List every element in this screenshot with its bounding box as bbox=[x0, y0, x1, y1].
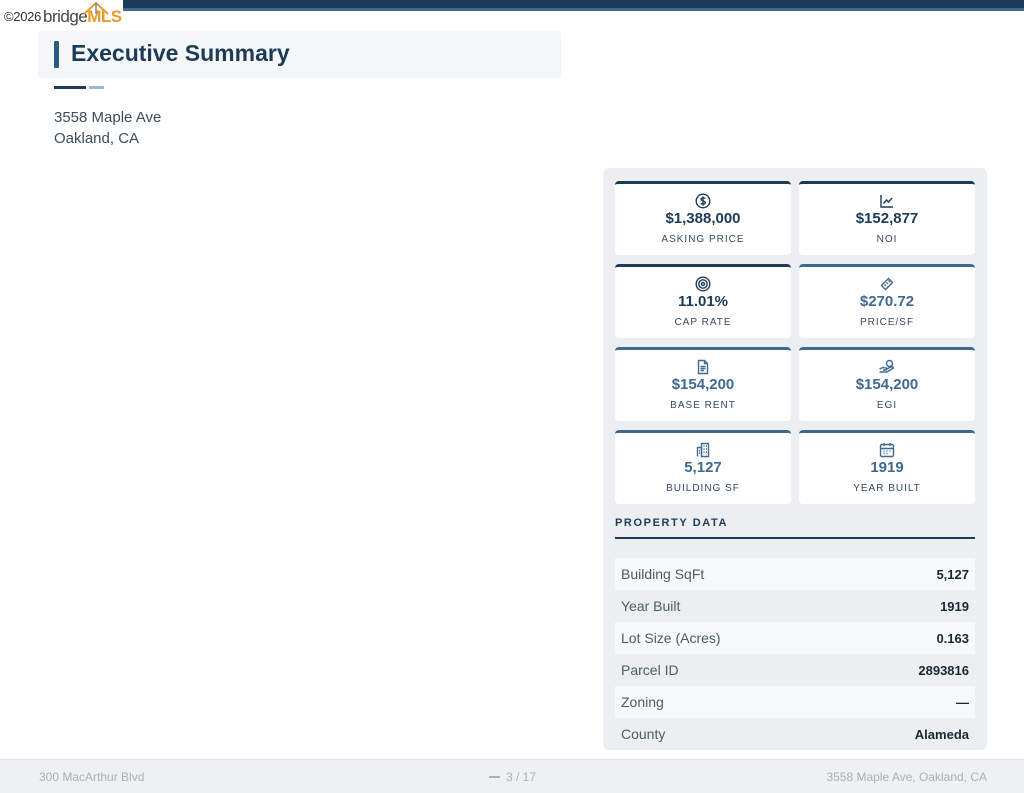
roof-logo-icon bbox=[83, 1, 109, 15]
top-bar-accent bbox=[122, 8, 1024, 11]
property-key: Year Built bbox=[621, 598, 681, 614]
header-accent-bar bbox=[54, 41, 59, 68]
property-value: 1919 bbox=[940, 598, 969, 614]
metric-value: $152,877 bbox=[855, 210, 919, 227]
metric-label: CAP RATE bbox=[674, 317, 732, 328]
property-value: 2893816 bbox=[918, 662, 969, 678]
metric-card-cap-rate: 11.01% CAP RATE bbox=[615, 264, 791, 338]
metric-card-building-sf: 5,127 BUILDING SF bbox=[615, 430, 791, 504]
document-icon bbox=[697, 359, 709, 375]
metric-card-price-sf: $270.72 PRICE/SF bbox=[799, 264, 975, 338]
property-value: 5,127 bbox=[936, 566, 969, 582]
mls-watermark: ©2026 bridge MLS bbox=[0, 0, 123, 33]
watermark-brand-a: bridge bbox=[43, 6, 88, 26]
property-row: Building SqFt 5,127 bbox=[615, 558, 975, 590]
metric-card-base-rent: $154,200 BASE RENT bbox=[615, 347, 791, 421]
metric-value: $154,200 bbox=[671, 376, 735, 393]
property-data-rule bbox=[615, 537, 975, 539]
property-row: Year Built 1919 bbox=[615, 590, 975, 622]
metric-card-asking-price: $1,388,000 ASKING PRICE bbox=[615, 181, 791, 255]
property-key: County bbox=[621, 726, 666, 742]
watermark-copyright: ©2026 bbox=[4, 9, 41, 24]
property-row: Parcel ID 2893816 bbox=[615, 654, 975, 686]
metric-card-year-built: 1919 YEAR BUILT bbox=[799, 430, 975, 504]
metric-label: EGI bbox=[876, 400, 898, 411]
metric-value: $154,200 bbox=[855, 376, 919, 393]
metric-label: YEAR BUILT bbox=[853, 483, 921, 494]
property-row: County Alameda bbox=[615, 718, 975, 750]
property-row: Zoning — bbox=[615, 686, 975, 718]
metric-label: NOI bbox=[876, 234, 898, 245]
property-key: Zoning bbox=[621, 694, 664, 710]
property-street: 3558 Maple Ave bbox=[54, 109, 162, 126]
property-value: Alameda bbox=[914, 726, 969, 742]
property-value: — bbox=[956, 694, 969, 710]
hand-coins-icon bbox=[879, 359, 895, 373]
metric-value: 5,127 bbox=[684, 459, 722, 476]
tag-icon bbox=[880, 277, 894, 291]
dollar-circle-icon bbox=[695, 193, 711, 209]
metric-label: ASKING PRICE bbox=[661, 234, 745, 245]
calendar-icon bbox=[879, 443, 895, 458]
property-value: 0.163 bbox=[936, 630, 969, 646]
page-number: 3 / 17 bbox=[506, 770, 537, 784]
metric-value: $1,388,000 bbox=[665, 210, 741, 227]
metric-value: 11.01% bbox=[677, 293, 729, 310]
property-key: Lot Size (Acres) bbox=[621, 630, 721, 646]
metric-card-egi: $154,200 EGI bbox=[799, 347, 975, 421]
page-header: Executive Summary bbox=[38, 31, 561, 78]
metric-value: $270.72 bbox=[859, 293, 915, 310]
building-icon bbox=[696, 442, 710, 458]
property-key: Parcel ID bbox=[621, 662, 679, 678]
metric-label: PRICE/SF bbox=[859, 317, 915, 328]
metric-value: 1919 bbox=[870, 459, 904, 476]
title-underline-light bbox=[89, 86, 104, 89]
page-title: Executive Summary bbox=[71, 40, 290, 66]
page-indicator: 3 / 17 bbox=[489, 770, 536, 784]
property-city-state: Oakland, CA bbox=[54, 130, 140, 147]
footer-office-address: 300 MacArthur Blvd bbox=[39, 770, 145, 784]
target-icon bbox=[695, 276, 711, 292]
property-key: Building SqFt bbox=[621, 566, 705, 582]
page-indicator-dash bbox=[489, 776, 500, 778]
property-data-heading: PROPERTY DATA bbox=[615, 517, 729, 529]
metric-label: BUILDING SF bbox=[666, 483, 740, 494]
footer-property-address: 3558 Maple Ave, Oakland, CA bbox=[826, 770, 987, 784]
line-chart-icon bbox=[880, 195, 893, 208]
title-underline-dark bbox=[54, 86, 86, 89]
metric-label: BASE RENT bbox=[670, 400, 736, 411]
property-row: Lot Size (Acres) 0.163 bbox=[615, 622, 975, 654]
metric-card-noi: $152,877 NOI bbox=[799, 181, 975, 255]
page-footer: 300 MacArthur Blvd 3 / 17 3558 Maple Ave… bbox=[0, 759, 1024, 793]
